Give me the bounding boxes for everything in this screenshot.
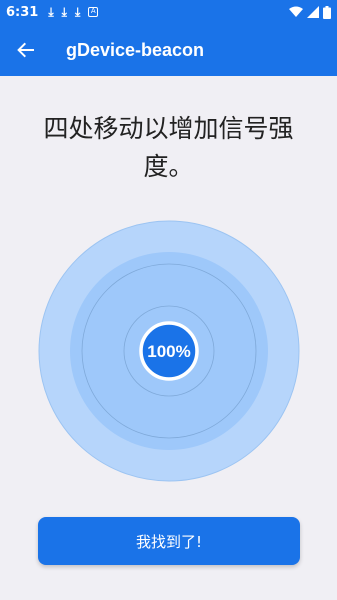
arrow-back-icon	[17, 42, 34, 58]
instruction-text: 四处移动以增加信号强 度。	[20, 110, 317, 186]
notification-badge-icon: A	[88, 7, 99, 17]
download-icon: ⤓	[61, 4, 67, 19]
found-it-button[interactable]: 我找到了!	[38, 517, 300, 565]
signal-percent-label: 100%	[147, 342, 190, 361]
signal-radar: 100%	[38, 220, 300, 482]
status-right-icons	[289, 0, 331, 24]
instruction-line: 四处移动以增加信号强	[43, 114, 294, 143]
download-icon: ⤓	[74, 4, 81, 19]
back-button[interactable]	[0, 24, 52, 76]
status-time: 6:31	[6, 4, 39, 20]
wifi-icon	[289, 6, 303, 17]
battery-icon	[323, 5, 331, 19]
app-bar: gDevice-beacon	[0, 24, 337, 76]
download-icon: ⤓	[48, 4, 54, 19]
signal-icon	[307, 6, 319, 18]
status-bar: 6:31 ⤓ ⤓ ⤓ A	[0, 0, 337, 24]
page-title: gDevice-beacon	[66, 39, 205, 60]
instruction-line: 度。	[143, 152, 194, 181]
